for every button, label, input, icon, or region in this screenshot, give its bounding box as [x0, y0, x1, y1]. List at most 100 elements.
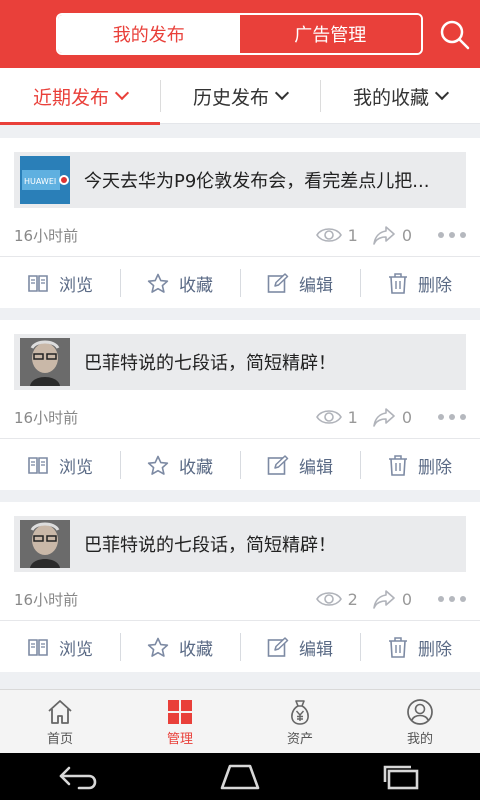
tab-history-label: 历史发布 — [192, 86, 269, 109]
share-count-value: 0 — [401, 225, 412, 245]
star-icon — [147, 455, 169, 475]
chevron-down-icon — [274, 85, 290, 101]
favorite-label: 收藏 — [179, 275, 213, 296]
tab-recent-label: 近期发布 — [32, 86, 109, 109]
chevron-down-icon — [434, 85, 450, 101]
post-header[interactable]: HUAWEI 今天去华为P9伦敦发布会，看完差点儿把... — [14, 152, 466, 208]
post-card: 巴菲特说的七段话，简短精辟！ 16小时前 1 0 浏览 收藏 编辑 删除 — [0, 320, 480, 490]
edit-label: 编辑 — [299, 457, 333, 478]
system-nav-bar — [0, 753, 480, 800]
tab-recent[interactable]: 近期发布 — [0, 68, 160, 125]
more-icon[interactable] — [438, 596, 466, 602]
post-actions: 浏览 收藏 编辑 删除 — [0, 620, 480, 672]
view-label: 浏览 — [59, 457, 93, 478]
delete-button[interactable]: 删除 — [360, 257, 480, 309]
share-icon — [373, 408, 395, 427]
post-header[interactable]: 巴菲特说的七段话，简短精辟！ — [14, 334, 466, 390]
more-icon[interactable] — [438, 232, 466, 238]
view-label: 浏览 — [59, 639, 93, 660]
view-count: 1 — [315, 408, 358, 427]
view-button[interactable]: 浏览 — [0, 257, 120, 309]
book-icon — [28, 457, 48, 474]
trash-icon — [389, 455, 407, 476]
trash-icon — [389, 637, 407, 658]
post-card: HUAWEI 今天去华为P9伦敦发布会，看完差点儿把... 16小时前 1 0 … — [0, 138, 480, 308]
nav-home-label: 首页 — [46, 731, 73, 747]
chevron-down-icon — [114, 85, 130, 101]
money-bag-icon — [291, 699, 309, 725]
post-thumbnail — [20, 520, 70, 568]
favorite-button[interactable]: 收藏 — [120, 439, 240, 491]
favorite-label: 收藏 — [179, 639, 213, 660]
favorite-button[interactable]: 收藏 — [120, 621, 240, 673]
post-meta: 16小时前 1 0 — [14, 220, 466, 250]
sub-tabs: 近期发布 历史发布 我的收藏 — [0, 68, 480, 125]
tab-favorites-label: 我的收藏 — [352, 86, 429, 109]
favorite-label: 收藏 — [179, 457, 213, 478]
edit-icon — [267, 454, 289, 475]
star-icon — [147, 273, 169, 293]
view-button[interactable]: 浏览 — [0, 439, 120, 491]
more-icon[interactable] — [438, 414, 466, 420]
nav-home[interactable]: 首页 — [0, 690, 120, 754]
post-meta: 16小时前 2 0 — [14, 584, 466, 614]
edit-button[interactable]: 编辑 — [240, 439, 360, 491]
post-actions: 浏览 收藏 编辑 删除 — [0, 438, 480, 490]
view-label: 浏览 — [59, 275, 93, 296]
post-title: 巴菲特说的七段话，简短精辟！ — [84, 353, 336, 374]
book-icon — [28, 639, 48, 656]
post-card: 巴菲特说的七段话，简短精辟！ 16小时前 2 0 浏览 收藏 编辑 删除 — [0, 502, 480, 672]
share-icon — [373, 590, 395, 609]
delete-button[interactable]: 删除 — [360, 621, 480, 673]
svg-text:HUAWEI: HUAWEI — [24, 177, 56, 186]
view-count-value: 2 — [347, 589, 358, 609]
share-count: 0 — [372, 225, 412, 245]
view-count-value: 1 — [347, 225, 358, 245]
view-count: 1 — [315, 225, 358, 245]
user-icon — [407, 698, 433, 725]
tab-ad-manage[interactable]: 广告管理 — [239, 15, 421, 53]
segmented-control: 我的发布 广告管理 — [56, 13, 423, 55]
edit-button[interactable]: 编辑 — [240, 621, 360, 673]
bottom-nav: 首页 管理 资产 我的 — [0, 689, 480, 753]
share-count: 0 — [372, 589, 412, 609]
view-count: 2 — [315, 589, 358, 609]
nav-manage-label: 管理 — [166, 731, 193, 747]
tab-my-posts[interactable]: 我的发布 — [58, 15, 240, 53]
trash-icon — [389, 273, 407, 294]
recent-apps-icon[interactable] — [377, 762, 425, 792]
book-icon — [28, 275, 48, 292]
view-button[interactable]: 浏览 — [0, 621, 120, 673]
search-icon[interactable] — [438, 18, 472, 52]
post-title: 今天去华为P9伦敦发布会，看完差点儿把... — [84, 171, 430, 192]
star-icon — [147, 637, 169, 657]
post-header[interactable]: 巴菲特说的七段话，简短精辟！ — [14, 516, 466, 572]
post-thumbnail: HUAWEI — [20, 156, 70, 204]
edit-label: 编辑 — [299, 275, 333, 296]
app-header: 我的发布 广告管理 — [0, 0, 480, 68]
delete-button[interactable]: 删除 — [360, 439, 480, 491]
nav-manage[interactable]: 管理 — [120, 690, 240, 754]
edit-icon — [267, 636, 289, 657]
nav-assets[interactable]: 资产 — [240, 690, 360, 754]
tab-history[interactable]: 历史发布 — [160, 68, 320, 124]
post-title: 巴菲特说的七段话，简短精辟！ — [84, 535, 336, 556]
post-thumbnail — [20, 338, 70, 386]
home-button-icon[interactable] — [214, 762, 266, 792]
eye-icon — [315, 592, 342, 606]
post-time: 16小时前 — [14, 590, 79, 609]
edit-icon — [267, 272, 289, 293]
nav-assets-label: 资产 — [286, 731, 313, 747]
post-time: 16小时前 — [14, 408, 79, 427]
eye-icon — [315, 228, 342, 242]
back-icon[interactable] — [55, 762, 103, 792]
favorite-button[interactable]: 收藏 — [120, 257, 240, 309]
nav-mine[interactable]: 我的 — [360, 690, 480, 754]
share-icon — [373, 226, 395, 245]
tab-favorites[interactable]: 我的收藏 — [320, 68, 480, 124]
edit-button[interactable]: 编辑 — [240, 257, 360, 309]
home-icon — [48, 699, 72, 724]
grid-icon — [168, 699, 192, 724]
post-meta: 16小时前 1 0 — [14, 402, 466, 432]
nav-mine-label: 我的 — [406, 731, 433, 747]
